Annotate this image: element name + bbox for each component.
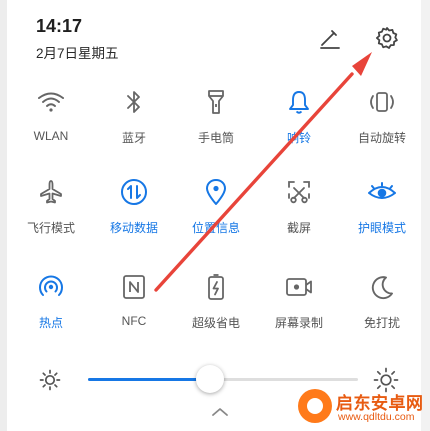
tile-auto-rotate[interactable]: 自动旋转 bbox=[341, 86, 423, 164]
brightness-fill bbox=[88, 378, 210, 381]
tile-label: 飞行模式 bbox=[26, 221, 75, 235]
settings-button[interactable] bbox=[372, 25, 402, 55]
watermark-url: www.qdltdu.com bbox=[338, 411, 415, 423]
tile-do-not-disturb[interactable]: 免打扰 bbox=[341, 271, 423, 349]
tile-mobile-data[interactable]: 移动数据 bbox=[93, 176, 175, 254]
location-icon bbox=[200, 176, 232, 208]
clock-time: 14:17 bbox=[36, 16, 83, 36]
battery-saver-icon bbox=[200, 271, 232, 303]
tile-label: NFC bbox=[121, 314, 147, 328]
brightness-icon bbox=[38, 368, 62, 397]
screen-record-icon bbox=[283, 271, 315, 303]
tile-label: 响铃 bbox=[286, 131, 311, 145]
brightness-slider-thumb[interactable] bbox=[196, 365, 224, 393]
tile-label: 蓝牙 bbox=[121, 131, 146, 145]
tile-screen-record[interactable]: 屏幕录制 bbox=[258, 271, 340, 349]
tile-location[interactable]: 位置信息 bbox=[175, 176, 257, 254]
tile-bluetooth[interactable]: 蓝牙 bbox=[93, 86, 175, 164]
tile-label: WLAN bbox=[33, 129, 69, 143]
airplane-icon bbox=[35, 176, 67, 208]
tile-label: 截屏 bbox=[286, 221, 311, 235]
expand-handle[interactable] bbox=[208, 404, 232, 420]
bluetooth-icon bbox=[118, 86, 150, 118]
tile-label: 屏幕录制 bbox=[274, 316, 323, 330]
site-watermark: 启东安卓网 www.qdltdu.com bbox=[296, 387, 428, 429]
gear-icon bbox=[374, 25, 400, 56]
tile-label: 免打扰 bbox=[363, 316, 400, 330]
edit-button[interactable] bbox=[315, 25, 345, 55]
tile-ring[interactable]: 响铃 bbox=[258, 86, 340, 164]
screenshot-icon bbox=[283, 176, 315, 208]
chevron-up-icon bbox=[208, 407, 232, 424]
clock-date: 2月7日星期五 bbox=[36, 46, 119, 61]
bell-icon bbox=[283, 86, 315, 118]
tile-label: 位置信息 bbox=[191, 221, 240, 235]
tile-hotspot[interactable]: 热点 bbox=[10, 271, 92, 349]
tile-screenshot[interactable]: 截屏 bbox=[258, 176, 340, 254]
moon-icon bbox=[366, 271, 398, 303]
tile-label: 手电筒 bbox=[197, 131, 234, 145]
tile-label: 超级省电 bbox=[191, 316, 240, 330]
tile-label: 热点 bbox=[38, 316, 63, 330]
mobile-data-icon bbox=[118, 176, 150, 208]
tile-nfc[interactable]: NFC bbox=[93, 271, 175, 349]
tile-flashlight[interactable]: 手电筒 bbox=[175, 86, 257, 164]
tile-wlan[interactable]: WLAN bbox=[10, 86, 92, 164]
eye-icon bbox=[366, 176, 398, 208]
tile-power-saver[interactable]: 超级省电 bbox=[175, 271, 257, 349]
hotspot-icon bbox=[35, 271, 67, 303]
watermark-logo bbox=[298, 389, 332, 423]
nfc-icon bbox=[118, 271, 150, 303]
tile-eye-comfort[interactable]: 护眼模式 bbox=[341, 176, 423, 254]
wifi-icon bbox=[35, 86, 67, 118]
left-edge bbox=[0, 0, 7, 431]
tile-label: 移动数据 bbox=[109, 221, 158, 235]
pencil-icon bbox=[317, 25, 343, 56]
tile-airplane[interactable]: 飞行模式 bbox=[10, 176, 92, 254]
auto-rotate-icon bbox=[366, 86, 398, 118]
flashlight-icon bbox=[200, 86, 232, 118]
tile-label: 护眼模式 bbox=[357, 221, 406, 235]
tile-label: 自动旋转 bbox=[357, 131, 406, 145]
